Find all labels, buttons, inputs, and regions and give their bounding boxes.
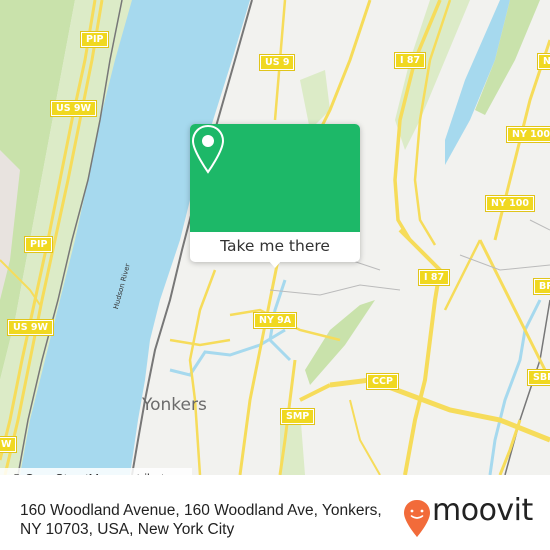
moovit-pin-logo-icon <box>404 500 430 537</box>
route-shield-sbp: SBP <box>526 369 550 386</box>
road <box>299 383 331 402</box>
popup-header <box>190 124 360 232</box>
footer: 160 Woodland Avenue, 160 Woodland Ave, Y… <box>0 475 550 550</box>
route-shield-us-9w: US 9W <box>50 100 97 117</box>
route-shield-us-9: US 9 <box>258 54 296 71</box>
route-shield-i-87: I 87 <box>393 52 427 69</box>
road <box>498 419 522 475</box>
route-shield-ccp: CCP <box>366 373 399 390</box>
route-shield-ny-100: NY 100 <box>506 126 550 143</box>
yonkers-label: Yonkers <box>142 395 207 415</box>
route-shield-ny-9a: NY 9A <box>252 312 298 329</box>
route-shield-ny-100: NY 100 <box>485 195 535 212</box>
minor-road <box>459 254 550 271</box>
route-shield-us-9w: US 9W <box>7 319 54 336</box>
minor-road <box>529 219 550 231</box>
popup-pointer <box>268 260 282 268</box>
address-line-2: NY 10703, USA, New York City <box>20 521 235 538</box>
route-shield-ny: NY <box>537 53 550 70</box>
road <box>443 239 482 311</box>
map-attribution[interactable]: © OpenStreetMap contributors <box>0 468 192 475</box>
map-pin-icon <box>191 124 225 174</box>
road <box>349 399 381 475</box>
road <box>478 239 550 381</box>
route-shield-i-87: I 87 <box>417 269 451 286</box>
route-shield-pip: PIP <box>23 236 54 253</box>
road <box>169 338 231 347</box>
take-me-there-button[interactable]: Take me there <box>190 232 360 262</box>
stream <box>488 299 542 475</box>
address-line-1: 160 Woodland Avenue, 160 Woodland Ave, Y… <box>20 502 382 519</box>
stream <box>169 328 286 377</box>
route-shield-w: W <box>0 436 18 453</box>
address-text: 160 Woodland Avenue, 160 Woodland Ave, Y… <box>20 501 400 539</box>
route-shield-br: BR <box>533 278 550 295</box>
location-popup: Take me there <box>190 124 360 268</box>
route-shield-smp: SMP <box>279 408 316 425</box>
route-shield-pip: PIP <box>79 31 110 48</box>
moovit-logo-text: moovit <box>432 493 533 528</box>
park-area <box>305 300 375 385</box>
road <box>188 269 217 475</box>
minor-road <box>269 284 401 296</box>
map[interactable]: Hudson River Yonkers PIP US 9W PIP US 9W… <box>0 0 550 475</box>
road <box>398 228 443 475</box>
